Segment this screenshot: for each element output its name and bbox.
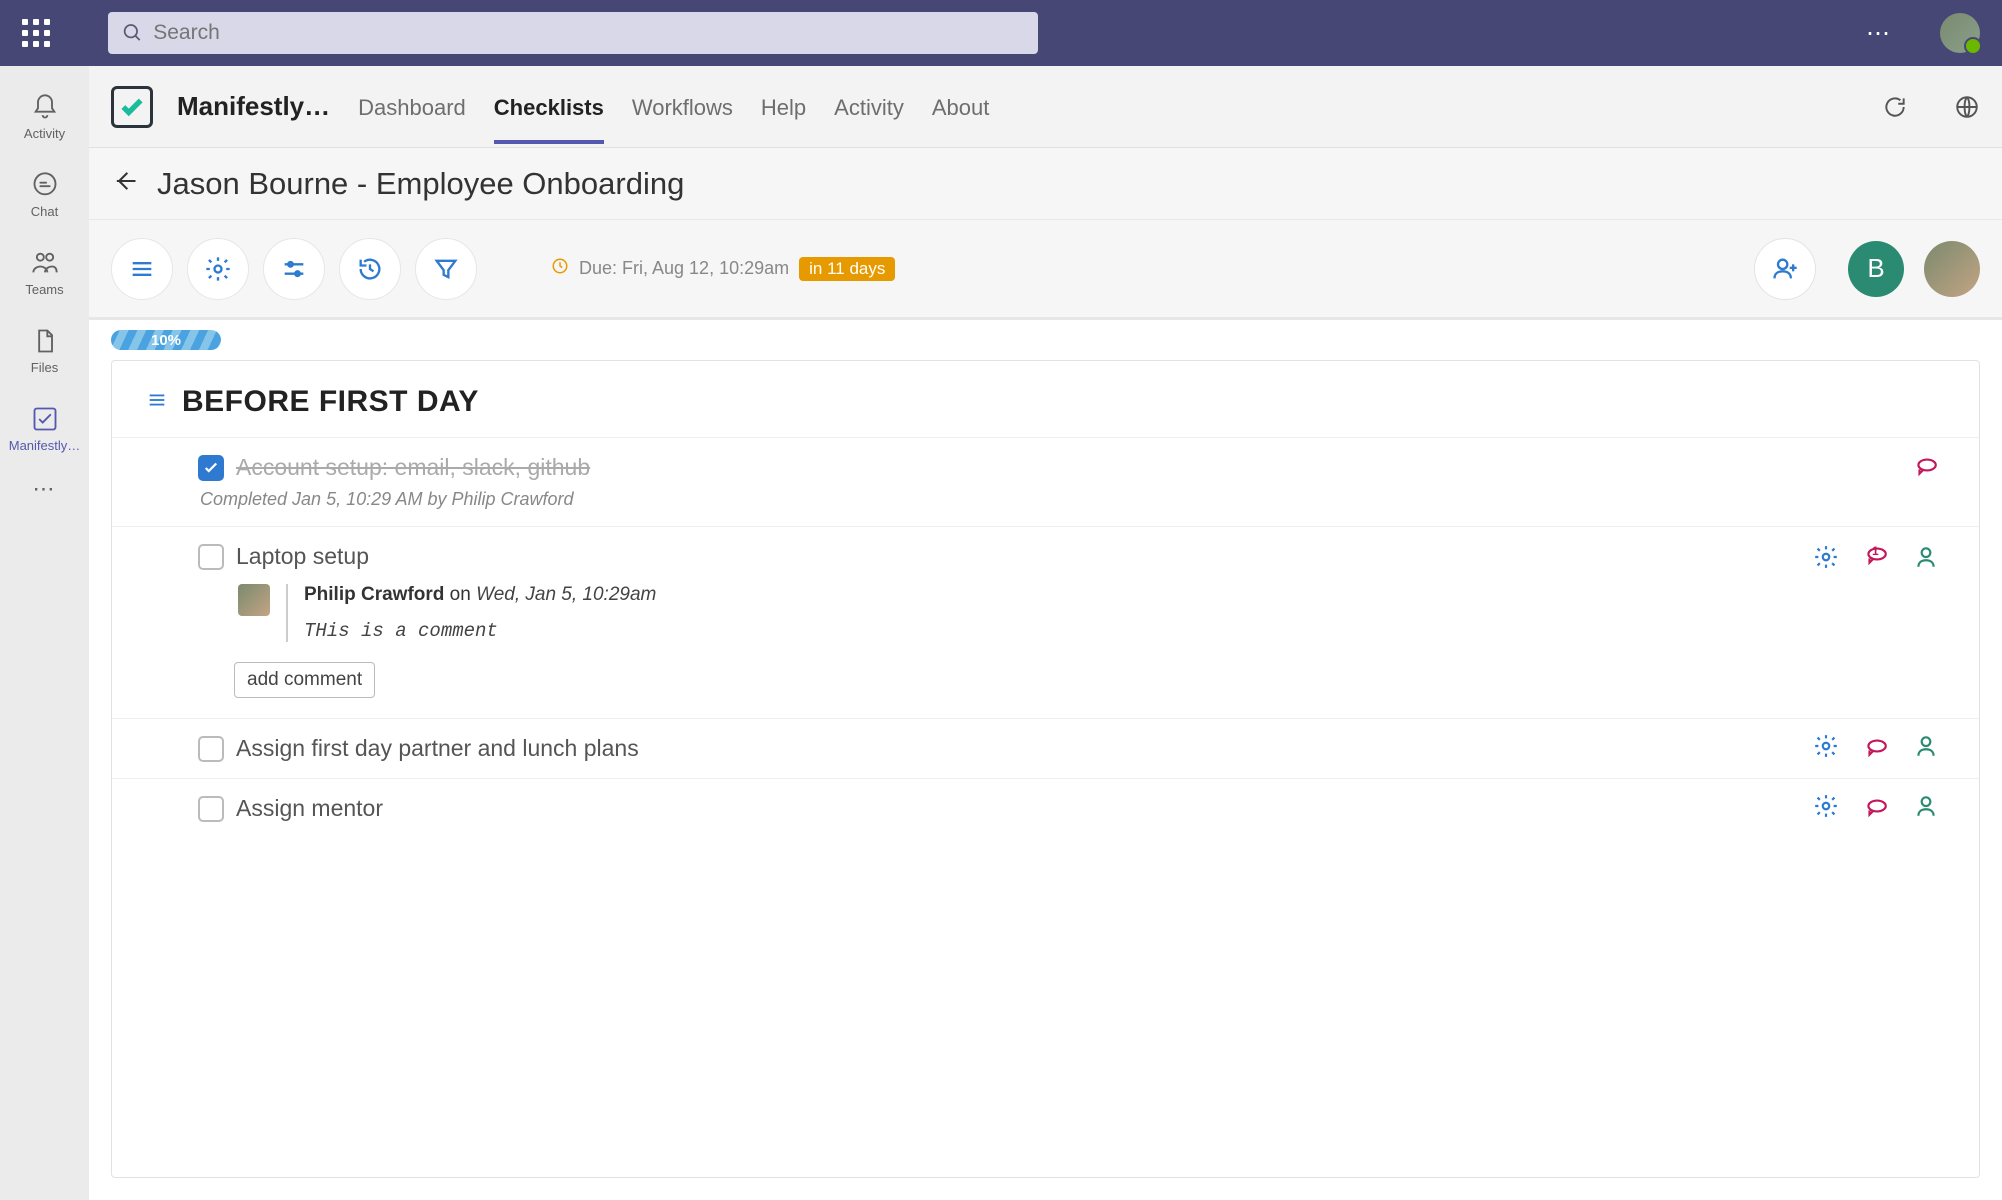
tab-dashboard[interactable]: Dashboard — [358, 70, 466, 143]
assignee-avatar-photo[interactable] — [1924, 241, 1980, 297]
comment-author-line: Philip Crawford on Wed, Jan 5, 10:29am — [304, 584, 656, 606]
comment-icon[interactable] — [1863, 733, 1889, 759]
assign-icon[interactable] — [1913, 544, 1939, 570]
main-panel: Manifestly… Dashboard Checklists Workflo… — [89, 66, 2002, 1200]
gear-icon[interactable] — [1813, 793, 1839, 819]
drag-handle-icon[interactable] — [146, 389, 168, 416]
add-user-button[interactable] — [1754, 238, 1816, 300]
comment-icon[interactable] — [1863, 793, 1889, 819]
rail-more-icon[interactable]: ⋯ — [33, 476, 57, 502]
left-rail: Activity Chat Teams Files Manifestly… ⋯ — [0, 66, 89, 1200]
comment-text: THis is a comment — [304, 620, 656, 642]
teams-icon — [31, 249, 59, 277]
task-text[interactable]: Assign first day partner and lunch plans — [236, 735, 639, 762]
filter-button[interactable] — [415, 238, 477, 300]
rail-item-files[interactable]: Files — [0, 312, 89, 390]
task-checkbox[interactable] — [198, 544, 224, 570]
rail-label: Activity — [24, 126, 65, 141]
progress-wrap: 10% — [89, 320, 2002, 360]
section-title: BEFORE FIRST DAY — [182, 385, 479, 419]
back-arrow-icon[interactable] — [111, 167, 139, 200]
rail-label: Teams — [25, 282, 63, 297]
bell-icon — [31, 93, 59, 121]
rail-item-teams[interactable]: Teams — [0, 234, 89, 312]
rail-label: Files — [31, 360, 58, 375]
gear-icon — [204, 255, 232, 283]
task-row: Account setup: email, slack, github Comp… — [112, 437, 1979, 526]
task-text[interactable]: Assign mentor — [236, 795, 383, 822]
topbar-more-icon[interactable]: ⋯ — [1866, 19, 1892, 48]
due-text: Due: Fri, Aug 12, 10:29am — [579, 258, 789, 279]
page-title: Jason Bourne - Employee Onboarding — [157, 166, 684, 202]
task-row: Assign first day partner and lunch plans — [112, 718, 1979, 778]
progress-bar: 10% — [111, 330, 221, 350]
files-icon — [31, 327, 59, 355]
due-info: Due: Fri, Aug 12, 10:29am in 11 days — [551, 257, 895, 281]
search-input[interactable] — [153, 21, 1024, 45]
sliders-icon — [280, 255, 308, 283]
comment-count-icon[interactable]: 1 — [1863, 541, 1889, 572]
checklist-toolbar: Due: Fri, Aug 12, 10:29am in 11 days B — [89, 220, 2002, 320]
rail-label: Manifestly… — [9, 438, 81, 453]
task-row: Assign mentor — [112, 778, 1979, 838]
task-checkbox[interactable] — [198, 796, 224, 822]
comment-block: Philip Crawford on Wed, Jan 5, 10:29am T… — [238, 584, 1939, 642]
user-avatar[interactable] — [1940, 13, 1980, 53]
task-text[interactable]: Account setup: email, slack, github — [236, 454, 590, 481]
hamburger-icon — [128, 255, 156, 283]
chat-icon — [31, 171, 59, 199]
search-icon — [122, 22, 143, 44]
app-tabs: Dashboard Checklists Workflows Help Acti… — [358, 70, 989, 143]
settings-button[interactable] — [187, 238, 249, 300]
task-text[interactable]: Laptop setup — [236, 543, 369, 570]
app-header: Manifestly… Dashboard Checklists Workflo… — [89, 66, 2002, 148]
gear-icon[interactable] — [1813, 733, 1839, 759]
section-header: BEFORE FIRST DAY — [112, 385, 1979, 437]
tab-about[interactable]: About — [932, 70, 990, 143]
task-checkbox[interactable] — [198, 455, 224, 481]
tab-workflows[interactable]: Workflows — [632, 70, 733, 143]
page-title-row: Jason Bourne - Employee Onboarding — [89, 148, 2002, 220]
app-logo-icon — [111, 86, 153, 128]
globe-icon[interactable] — [1954, 94, 1980, 120]
comment-icon[interactable] — [1913, 452, 1939, 478]
teams-topbar: ⋯ — [0, 0, 2002, 66]
gear-icon[interactable] — [1813, 544, 1839, 570]
funnel-icon — [432, 255, 460, 283]
add-comment-button[interactable]: add comment — [234, 662, 375, 698]
add-user-icon — [1771, 255, 1799, 283]
task-checkbox[interactable] — [198, 736, 224, 762]
comment-avatar — [238, 584, 270, 616]
comment-count: 1 — [1872, 544, 1879, 558]
history-icon — [356, 255, 384, 283]
tab-help[interactable]: Help — [761, 70, 806, 143]
tab-checklists[interactable]: Checklists — [494, 70, 604, 143]
manifestly-icon — [31, 405, 59, 433]
rail-item-activity[interactable]: Activity — [0, 78, 89, 156]
rail-item-manifestly[interactable]: Manifestly… — [0, 390, 89, 468]
assignee-avatar-initial[interactable]: B — [1848, 241, 1904, 297]
waffle-icon[interactable] — [22, 19, 54, 47]
history-button[interactable] — [339, 238, 401, 300]
app-name: Manifestly… — [177, 91, 330, 122]
menu-button[interactable] — [111, 238, 173, 300]
assign-icon[interactable] — [1913, 793, 1939, 819]
comment-time: Wed, Jan 5, 10:29am — [476, 584, 656, 605]
task-row: Laptop setup 1 Philip Crawford on Wed, J… — [112, 526, 1979, 718]
rail-item-chat[interactable]: Chat — [0, 156, 89, 234]
due-chip: in 11 days — [799, 257, 895, 281]
clock-icon — [551, 257, 569, 280]
tab-activity[interactable]: Activity — [834, 70, 904, 143]
search-box[interactable] — [108, 12, 1038, 54]
rail-label: Chat — [31, 204, 58, 219]
refresh-icon[interactable] — [1882, 94, 1908, 120]
comment-author: Philip Crawford — [304, 584, 444, 605]
sliders-button[interactable] — [263, 238, 325, 300]
checklist-card: BEFORE FIRST DAY Account setup: email, s… — [111, 360, 1980, 1178]
task-completed-meta: Completed Jan 5, 10:29 AM by Philip Craw… — [200, 489, 1939, 510]
assign-icon[interactable] — [1913, 733, 1939, 759]
